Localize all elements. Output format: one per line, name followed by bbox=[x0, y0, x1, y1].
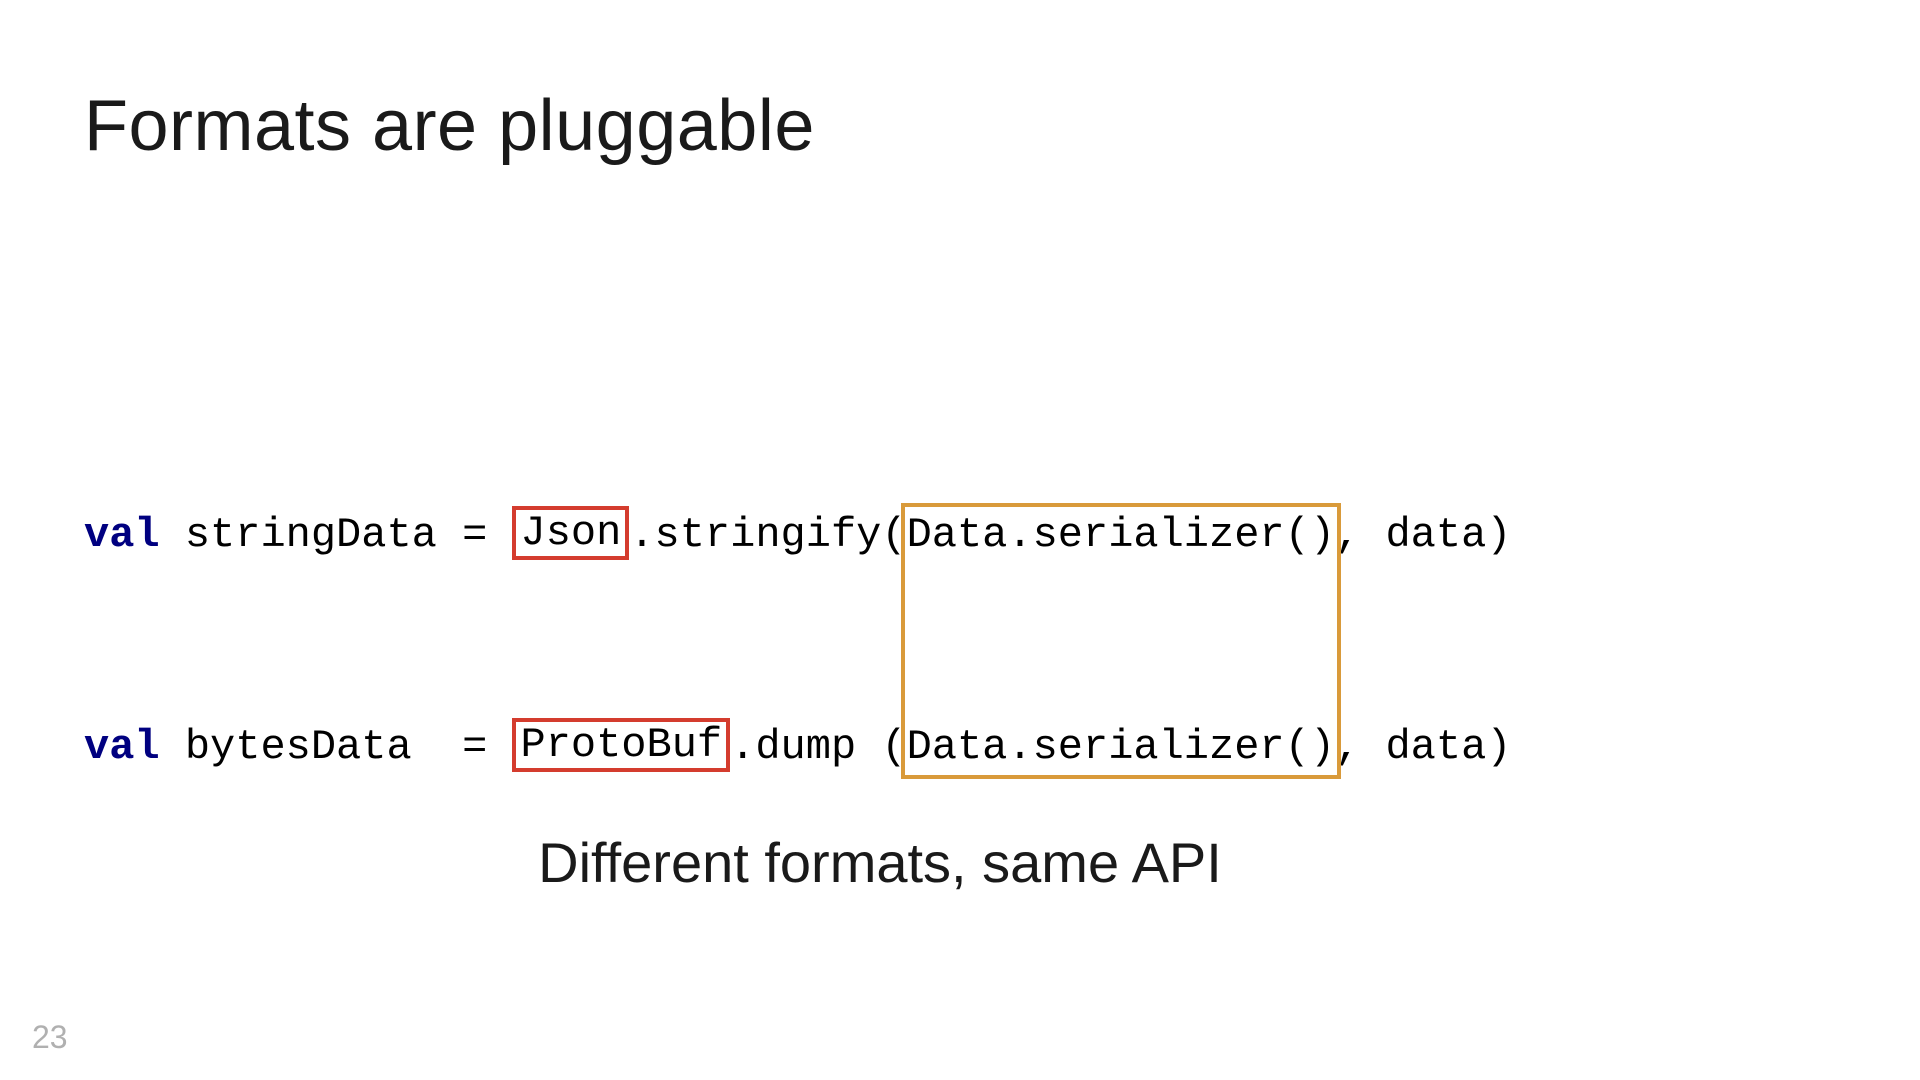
code-mid-2: .dump ( bbox=[730, 723, 906, 771]
code-var-1: stringData = bbox=[160, 511, 513, 559]
serializer-call-2: Data.serializer() bbox=[907, 723, 1335, 771]
format-json-box: Json bbox=[512, 506, 629, 560]
format-protobuf-box: ProtoBuf bbox=[512, 718, 730, 772]
slide: Formats are pluggable val stringData = J… bbox=[0, 0, 1920, 1080]
code-line-1: val stringData = Json.stringify(Data.ser… bbox=[84, 506, 1511, 564]
serializer-call-1: Data.serializer() bbox=[907, 511, 1335, 559]
keyword-val-2: val bbox=[84, 723, 160, 771]
code-tail-1: , data) bbox=[1335, 511, 1511, 559]
code-tail-2: , data) bbox=[1335, 723, 1511, 771]
code-mid-1: .stringify( bbox=[629, 511, 906, 559]
code-var-2: bytesData = bbox=[160, 723, 513, 771]
slide-title: Formats are pluggable bbox=[84, 80, 815, 174]
code-block: val stringData = Json.stringify(Data.ser… bbox=[84, 410, 1511, 1026]
code-line-2: val bytesData = ProtoBuf.dump (Data.seri… bbox=[84, 718, 1511, 776]
page-number: 23 bbox=[32, 1019, 68, 1056]
keyword-val-1: val bbox=[84, 511, 160, 559]
slide-subtitle: Different formats, same API bbox=[0, 830, 1840, 895]
